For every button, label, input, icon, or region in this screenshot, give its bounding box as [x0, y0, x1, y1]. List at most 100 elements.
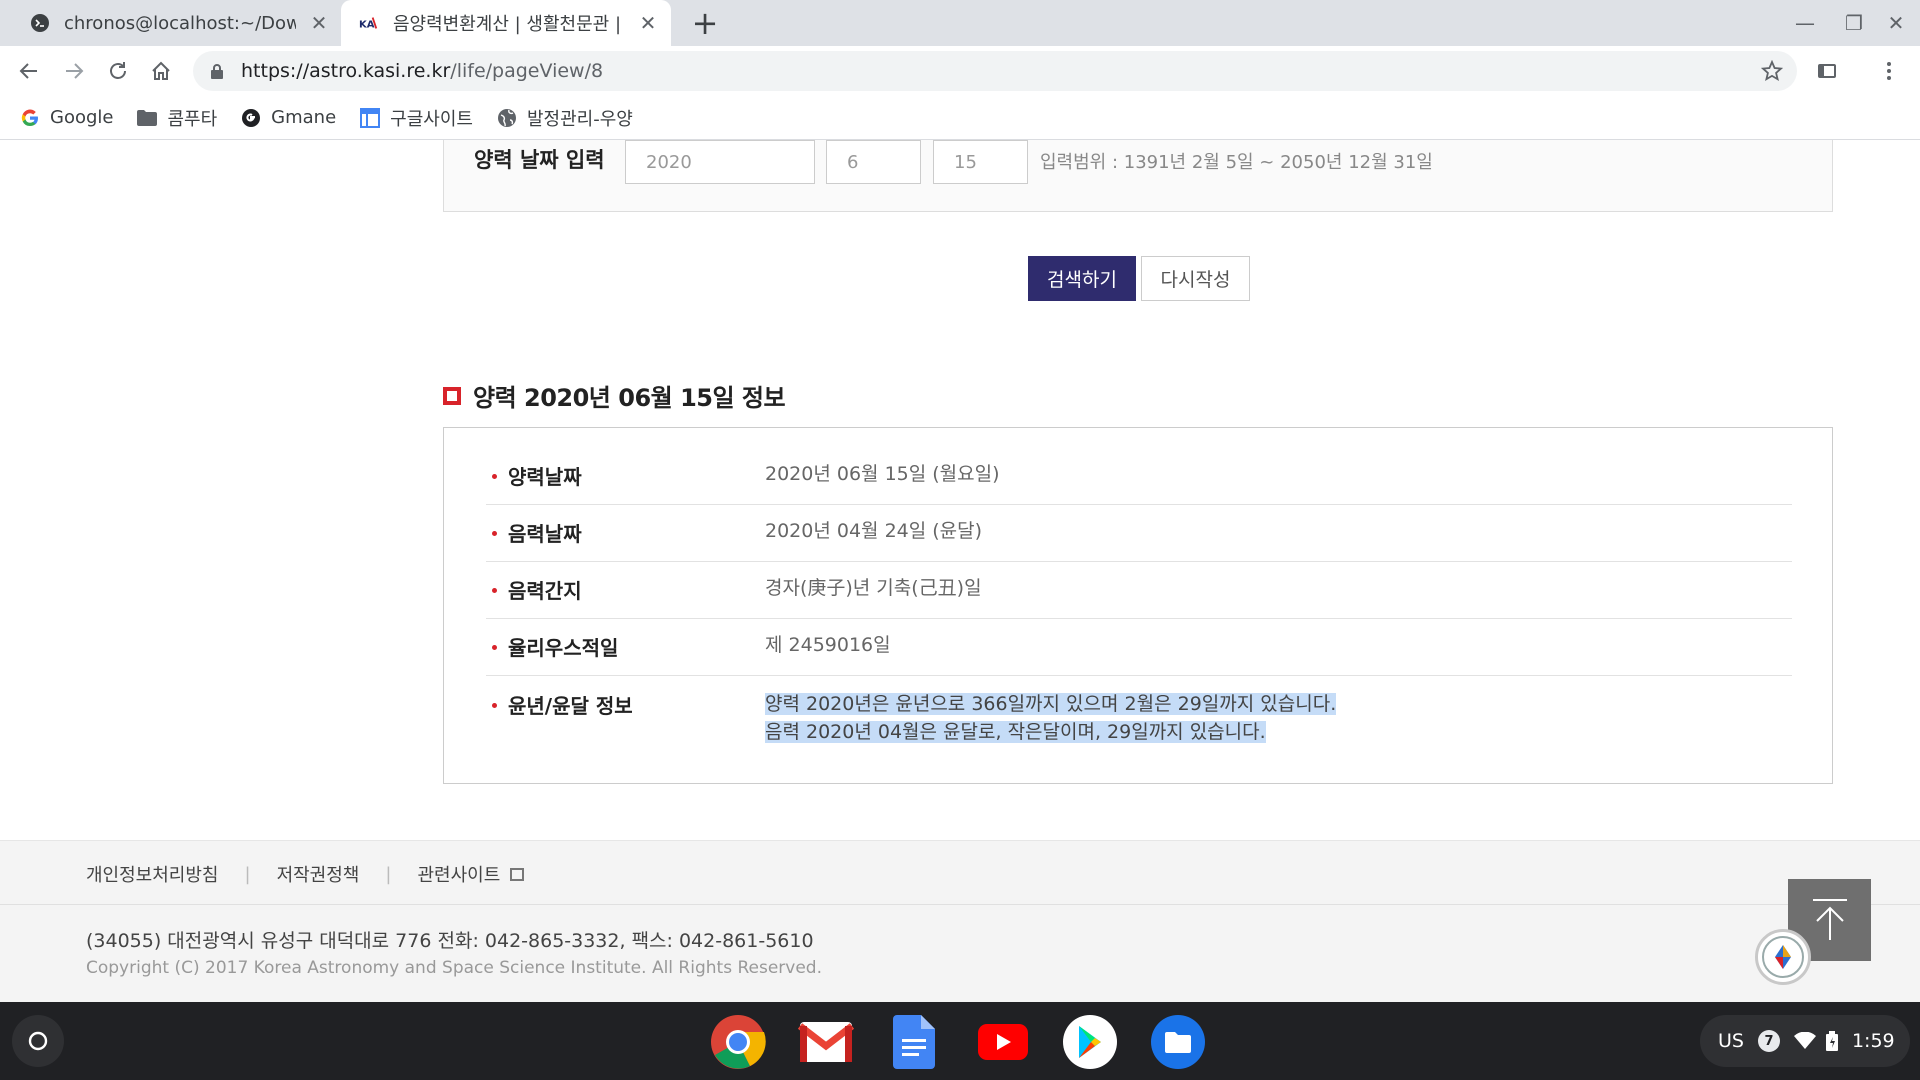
input-range-hint: 입력범위 : 1391년 2월 5일 ~ 2050년 12월 31일 [1040, 152, 1433, 173]
reset-button[interactable]: 다시작성 [1141, 256, 1250, 301]
leap-year-info-line: 양력 2020년은 윤년으로 366일까지 있으며 2월은 29일까지 있습니다… [765, 693, 1337, 715]
url-path: /life/pageView/8 [450, 60, 604, 82]
heading-square-icon [443, 386, 461, 405]
bullet-icon [492, 531, 497, 536]
wifi-icon [1793, 1032, 1816, 1050]
clock: 1:59 [1851, 1030, 1895, 1052]
notification-badge: 7 [1757, 1030, 1780, 1052]
gmail-icon [798, 1022, 854, 1062]
kebab-menu-icon [1887, 62, 1891, 80]
google-icon [20, 108, 40, 128]
tab-title: chronos@localhost:~/Downloads [64, 12, 296, 34]
launcher-button[interactable] [12, 1015, 64, 1067]
result-row: 양력날짜 2020년 06월 15일 (월요일) [486, 448, 1792, 505]
bookmark-star-icon[interactable] [1759, 58, 1785, 84]
files-app[interactable] [1150, 1014, 1206, 1070]
input-method: US [1718, 1030, 1744, 1052]
kasi-logo-icon: KA [359, 13, 379, 33]
close-icon[interactable]: ✕ [308, 11, 330, 35]
lock-icon [209, 62, 225, 80]
row-value: 경자(庚子)년 기축(己丑)일 [765, 577, 982, 599]
arrow-right-icon [66, 63, 84, 79]
screen: chronos@localhost:~/Downloads ✕ KA 음양력변환… [0, 0, 1920, 1080]
footer-link-privacy[interactable]: 개인정보처리방침 [86, 861, 218, 887]
footer-link-related[interactable]: 관련사이트 [417, 861, 500, 887]
page-content: 양력 날짜 입력 2020 6 15 입력범위 : 1391년 2월 5일 ~ … [0, 140, 1920, 1002]
result-heading: 양력 2020년 06월 15일 정보 [443, 378, 786, 413]
certification-seal-icon [1755, 929, 1811, 985]
arrow-left-icon [19, 63, 37, 79]
url-host: https://astro.kasi.re.kr [241, 60, 451, 82]
globe-icon [497, 108, 517, 128]
date-input-label: 양력 날짜 입력 [474, 148, 605, 172]
year-input[interactable]: 2020 [625, 140, 815, 184]
bookmark-heat-management[interactable]: 발정관리-우양 [497, 105, 633, 131]
tab-kasi[interactable]: KA 음양력변환계산 | 생활천문관 | 천문우주지식정보 ✕ [341, 0, 671, 46]
docs-icon [893, 1015, 935, 1069]
row-key: 양력날짜 [508, 465, 582, 489]
address-bar[interactable]: https://astro.kasi.re.kr/life/pageView/8 [193, 51, 1797, 91]
result-row: 윤년/윤달 정보 양력 2020년은 윤년으로 366일까지 있으며 2월은 2… [486, 676, 1792, 766]
bookmark-label: 발정관리-우양 [526, 108, 633, 130]
site-footer: 개인정보처리방침 | 저작권정책 | 관련사이트 (34055) 대전광역시 유… [0, 840, 1920, 1002]
bookmark-label: Google [50, 107, 114, 128]
bullet-icon [492, 703, 497, 708]
bookmarks-bar: Google 콤푸타 Gmane 구글사이트 발정관리-우양 [0, 96, 1920, 140]
divider: | [244, 863, 251, 885]
day-input[interactable]: 15 [933, 140, 1028, 184]
bullet-icon [492, 474, 497, 479]
browser-toolbar: https://astro.kasi.re.kr/life/pageView/8 [0, 46, 1920, 96]
chrome-app[interactable] [710, 1014, 766, 1070]
notification-count: 7 [1757, 1030, 1780, 1052]
result-row: 음력간지 경자(庚子)년 기축(己丑)일 [486, 562, 1792, 619]
bullet-icon [492, 645, 497, 650]
external-link-icon [510, 867, 525, 881]
footer-links: 개인정보처리방침 | 저작권정책 | 관련사이트 [86, 861, 525, 887]
play-store-app[interactable] [1062, 1014, 1118, 1070]
battery-icon [1825, 1031, 1838, 1051]
arrow-up-icon [1812, 899, 1847, 940]
folder-icon [137, 108, 158, 128]
bookmark-google-sites[interactable]: 구글사이트 [360, 105, 473, 131]
tab-search-button[interactable] [1810, 54, 1844, 88]
footer-divider [0, 904, 1920, 905]
menu-button[interactable] [1872, 54, 1906, 88]
row-value: 2020년 04월 24일 (윤달) [765, 520, 983, 542]
reload-button[interactable] [101, 54, 135, 88]
close-window-button[interactable]: ✕ [1879, 8, 1913, 38]
back-button[interactable] [12, 54, 46, 88]
row-key: 윤년/윤달 정보 [508, 694, 633, 718]
tab-terminal[interactable]: chronos@localhost:~/Downloads ✕ [12, 0, 342, 46]
terminal-icon [30, 13, 50, 33]
month-input[interactable]: 6 [826, 140, 921, 184]
tab-title: 음양력변환계산 | 생활천문관 | 천문우주지식정보 [393, 14, 625, 35]
new-tab-button[interactable]: + [688, 4, 722, 42]
gmail-app[interactable] [798, 1014, 854, 1070]
home-button[interactable] [144, 54, 178, 88]
result-row: 음력날짜 2020년 04월 24일 (윤달) [486, 505, 1792, 562]
maximize-button[interactable]: ❐ [1837, 8, 1871, 38]
forward-button[interactable] [57, 54, 91, 88]
bookmark-label: 구글사이트 [390, 108, 473, 130]
divider: | [385, 863, 392, 885]
docs-app[interactable] [886, 1014, 942, 1070]
youtube-app[interactable] [975, 1014, 1031, 1070]
launcher-circle-icon [28, 1031, 48, 1051]
reload-icon [110, 62, 126, 79]
system-tray[interactable]: US 7 1:59 [1700, 1015, 1910, 1067]
bookmark-google[interactable]: Google [20, 107, 113, 128]
minimize-button[interactable]: — [1788, 8, 1822, 38]
cast-icon [1818, 64, 1836, 78]
close-icon[interactable]: ✕ [637, 11, 659, 35]
bookmark-gmane[interactable]: Gmane [241, 107, 336, 128]
bookmark-label: Gmane [271, 107, 337, 128]
footer-link-copyright[interactable]: 저작권정책 [277, 861, 360, 887]
bookmark-folder-computer[interactable]: 콤푸타 [137, 105, 217, 131]
url-text: https://astro.kasi.re.kr/life/pageView/8 [241, 60, 603, 82]
row-value: 제 2459016일 [765, 634, 891, 656]
search-button[interactable]: 검색하기 [1028, 256, 1136, 301]
play-store-icon [1063, 1015, 1117, 1069]
row-value: 2020년 06월 15일 (월요일) [765, 463, 1000, 485]
tab-strip: chronos@localhost:~/Downloads ✕ KA 음양력변환… [0, 0, 1920, 46]
leap-month-info-line: 음력 2020년 04월은 윤달로, 작은달이며, 29일까지 있습니다. [765, 721, 1266, 743]
